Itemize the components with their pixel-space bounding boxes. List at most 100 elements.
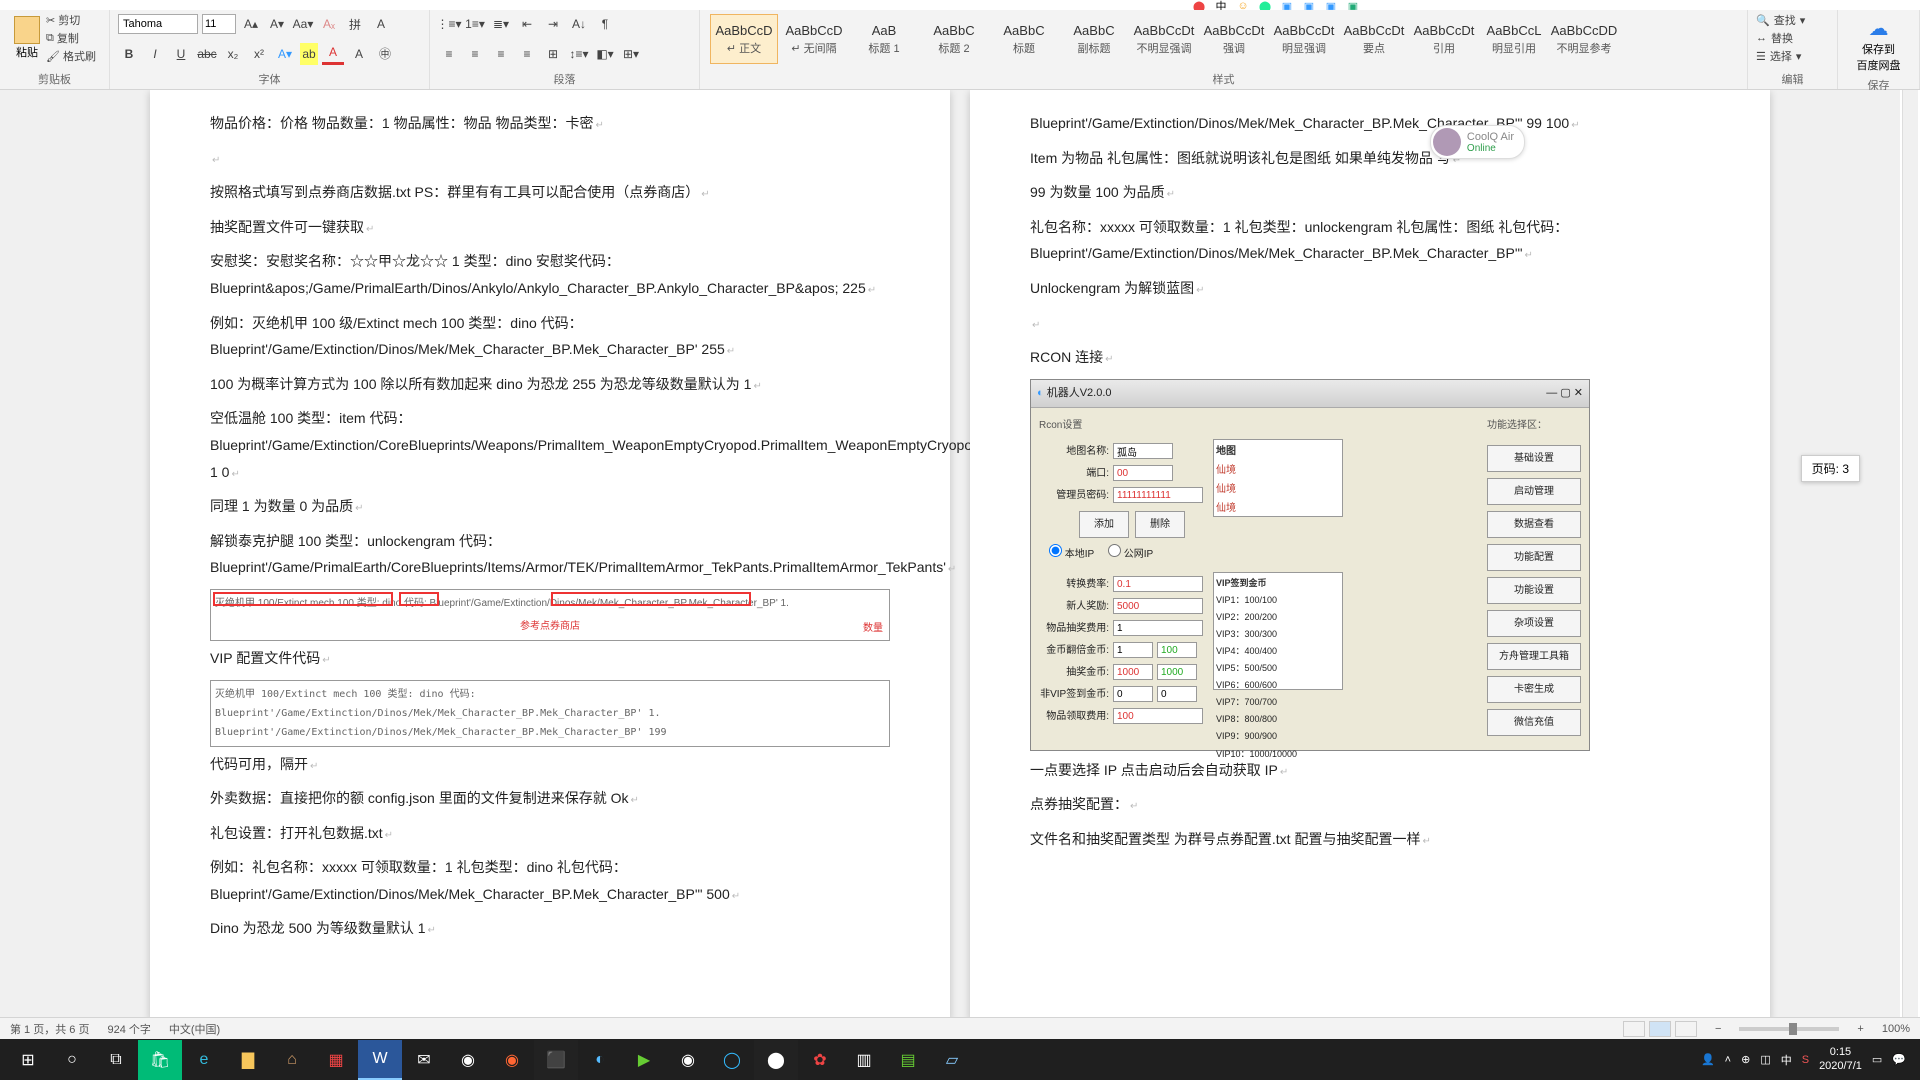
system-tray[interactable]: 👤 ˄ ⊕ ◫ 中 S 0:15 2020/7/1 ▭ 💬 bbox=[1701, 1046, 1914, 1072]
shading-button[interactable]: ◧▾ bbox=[594, 43, 616, 65]
superscript-button[interactable]: x² bbox=[248, 43, 270, 65]
select-button[interactable]: ☰选择▾ bbox=[1756, 48, 1829, 64]
app-icon[interactable]: ⬛ bbox=[534, 1040, 578, 1080]
decrease-indent-button[interactable]: ⇤ bbox=[516, 13, 538, 35]
font-name-combo[interactable] bbox=[118, 14, 198, 34]
font-color-button[interactable]: A bbox=[322, 43, 344, 65]
language-indicator[interactable]: 中文(中国) bbox=[169, 1021, 220, 1037]
edge-icon[interactable]: e bbox=[182, 1040, 226, 1080]
numbering-button[interactable]: 1≡▾ bbox=[464, 13, 486, 35]
find-button[interactable]: 🔍查找▾ bbox=[1756, 12, 1829, 28]
save-baidu-button[interactable]: ☁ 保存到 百度网盘 bbox=[1846, 12, 1911, 77]
tray-app-icon[interactable]: S bbox=[1802, 1054, 1809, 1066]
zoom-out-button[interactable]: − bbox=[1715, 1023, 1721, 1035]
style-item[interactable]: AaBbCcL明显引用 bbox=[1480, 14, 1548, 64]
style-item[interactable]: AaBbCcDt明显强调 bbox=[1270, 14, 1338, 64]
start-button[interactable]: ⊞ bbox=[6, 1040, 50, 1080]
document-canvas[interactable]: 物品价格：价格 物品数量：1 物品属性：物品 物品类型：卡密 按照格式填写到点券… bbox=[0, 90, 1900, 1020]
format-painter-button[interactable]: 🖌格式刷 bbox=[46, 48, 96, 64]
zoom-level[interactable]: 100% bbox=[1882, 1023, 1910, 1035]
style-item[interactable]: AaBbCcDt要点 bbox=[1340, 14, 1408, 64]
clock[interactable]: 0:15 2020/7/1 bbox=[1819, 1046, 1862, 1072]
paste-button[interactable]: 粘贴 bbox=[8, 12, 46, 64]
justify-button[interactable]: ≡ bbox=[516, 43, 538, 65]
italic-button[interactable]: I bbox=[144, 43, 166, 65]
subscript-button[interactable]: x₂ bbox=[222, 43, 244, 65]
shrink-font-button[interactable]: A▾ bbox=[266, 13, 288, 35]
app-icon[interactable]: ▥ bbox=[842, 1040, 886, 1080]
phonetic-button[interactable]: 拼 bbox=[344, 13, 366, 35]
app-icon[interactable]: ▱ bbox=[930, 1040, 974, 1080]
gift-icon[interactable]: ▦ bbox=[314, 1040, 358, 1080]
cut-button[interactable]: ✂剪切 bbox=[46, 12, 96, 28]
char-border-button[interactable]: A bbox=[370, 13, 392, 35]
style-item[interactable]: AaBbCcDD不明显参考 bbox=[1550, 14, 1618, 64]
app-icon[interactable]: ◐ bbox=[578, 1040, 622, 1080]
style-item[interactable]: AaBbCcDt不明显强调 bbox=[1130, 14, 1198, 64]
app-icon[interactable]: ◉ bbox=[666, 1040, 710, 1080]
underline-button[interactable]: U bbox=[170, 43, 192, 65]
style-item[interactable]: AaBbC副标题 bbox=[1060, 14, 1128, 64]
page-left[interactable]: 物品价格：价格 物品数量：1 物品属性：物品 物品类型：卡密 按照格式填写到点券… bbox=[150, 90, 950, 1020]
style-item[interactable]: AaBbCcD↵ 正文 bbox=[710, 14, 778, 64]
read-mode-button[interactable] bbox=[1623, 1021, 1645, 1037]
show-marks-button[interactable]: ¶ bbox=[594, 13, 616, 35]
align-center-button[interactable]: ≡ bbox=[464, 43, 486, 65]
replace-button[interactable]: ↔替换 bbox=[1756, 30, 1829, 46]
page-right[interactable]: Blueprint'/Game/Extinction/Dinos/Mek/Mek… bbox=[970, 90, 1770, 1020]
copy-button[interactable]: ⧉复制 bbox=[46, 30, 96, 46]
style-item[interactable]: AaBbCcDt强调 bbox=[1200, 14, 1268, 64]
multilevel-button[interactable]: ≣▾ bbox=[490, 13, 512, 35]
word-icon[interactable]: W bbox=[358, 1040, 402, 1080]
styles-gallery[interactable]: AaBbCcD↵ 正文AaBbCcD↵ 无间隔AaB标题 1AaBbC标题 2A… bbox=[708, 12, 1739, 66]
font-size-combo[interactable] bbox=[202, 14, 236, 34]
notification-icon[interactable]: ▭ bbox=[1872, 1053, 1882, 1066]
align-right-button[interactable]: ≡ bbox=[490, 43, 512, 65]
app-icon[interactable]: ⌂ bbox=[270, 1040, 314, 1080]
clear-format-button[interactable]: Aₓ bbox=[318, 13, 340, 35]
tray-people-icon[interactable]: 👤 bbox=[1701, 1053, 1715, 1066]
web-layout-button[interactable] bbox=[1675, 1021, 1697, 1037]
highlight-button[interactable]: ab bbox=[300, 43, 318, 65]
tray-app-icon[interactable]: ◫ bbox=[1760, 1053, 1770, 1066]
app-icon[interactable]: ◯ bbox=[710, 1040, 754, 1080]
vertical-scrollbar[interactable] bbox=[1902, 90, 1918, 1020]
obs-icon[interactable]: ⬤ bbox=[754, 1040, 798, 1080]
coolq-bubble[interactable]: CoolQ Air Online bbox=[1430, 125, 1525, 159]
app-icon[interactable]: ▶ bbox=[622, 1040, 666, 1080]
bullets-button[interactable]: ⋮≡▾ bbox=[438, 13, 460, 35]
align-left-button[interactable]: ≡ bbox=[438, 43, 460, 65]
increase-indent-button[interactable]: ⇥ bbox=[542, 13, 564, 35]
tray-ime-icon[interactable]: 中 bbox=[1781, 1052, 1792, 1068]
sort-button[interactable]: A↓ bbox=[568, 13, 590, 35]
app-icon[interactable]: ▤ bbox=[886, 1040, 930, 1080]
tray-app-icon[interactable]: ⊕ bbox=[1741, 1053, 1750, 1066]
zoom-slider[interactable] bbox=[1739, 1027, 1839, 1031]
bold-button[interactable]: B bbox=[118, 43, 140, 65]
firefox-icon[interactable]: ◉ bbox=[490, 1040, 534, 1080]
zoom-in-button[interactable]: + bbox=[1857, 1023, 1863, 1035]
page-indicator[interactable]: 第 1 页，共 6 页 bbox=[10, 1021, 89, 1037]
style-item[interactable]: AaBbCcDt引用 bbox=[1410, 14, 1478, 64]
explorer-icon[interactable]: ▇ bbox=[226, 1040, 270, 1080]
tray-chevron-icon[interactable]: ˄ bbox=[1725, 1054, 1731, 1066]
enclose-char-button[interactable]: ㊥ bbox=[374, 43, 396, 65]
task-view-button[interactable]: ⧉ bbox=[94, 1040, 138, 1080]
line-spacing-button[interactable]: ↕≡▾ bbox=[568, 43, 590, 65]
search-button[interactable]: ○ bbox=[50, 1040, 94, 1080]
style-item[interactable]: AaBbCcD↵ 无间隔 bbox=[780, 14, 848, 64]
style-item[interactable]: AaBbC标题 bbox=[990, 14, 1058, 64]
text-effects-button[interactable]: A▾ bbox=[274, 43, 296, 65]
style-item[interactable]: AaBbC标题 2 bbox=[920, 14, 988, 64]
style-item[interactable]: AaB标题 1 bbox=[850, 14, 918, 64]
print-layout-button[interactable] bbox=[1649, 1021, 1671, 1037]
action-center-icon[interactable]: 💬 bbox=[1892, 1053, 1906, 1066]
word-count[interactable]: 924 个字 bbox=[107, 1021, 150, 1037]
mail-icon[interactable]: ✉ bbox=[402, 1040, 446, 1080]
change-case-button[interactable]: Aa▾ bbox=[292, 13, 314, 35]
grow-font-button[interactable]: A▴ bbox=[240, 13, 262, 35]
borders-button[interactable]: ⊞▾ bbox=[620, 43, 642, 65]
distribute-button[interactable]: ⊞ bbox=[542, 43, 564, 65]
chrome-icon[interactable]: ◉ bbox=[446, 1040, 490, 1080]
char-shading-button[interactable]: A bbox=[348, 43, 370, 65]
